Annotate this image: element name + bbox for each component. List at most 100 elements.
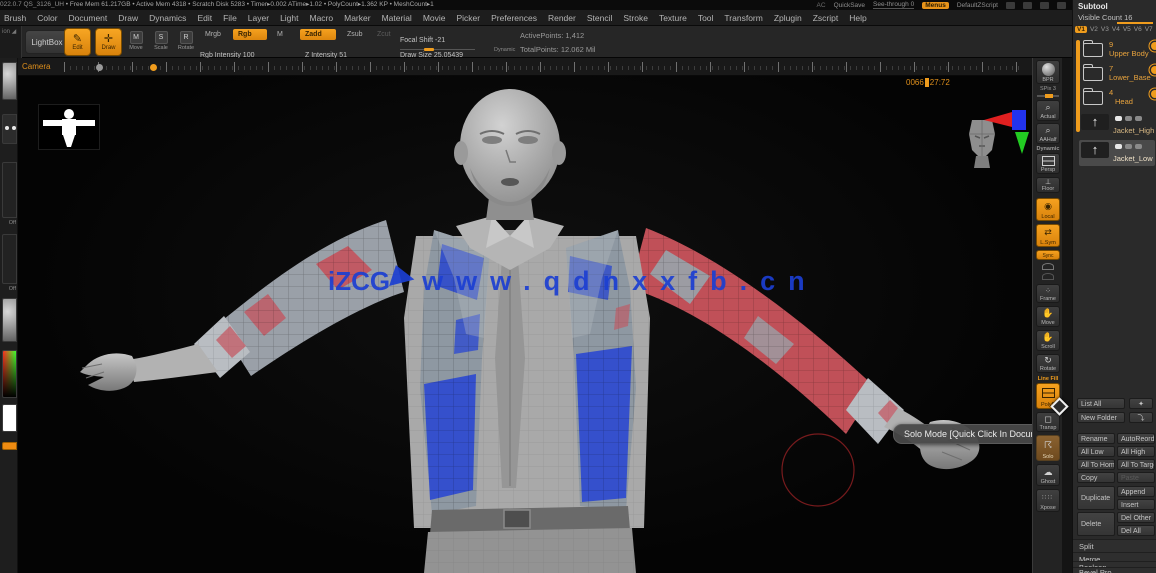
sculpt-toggle[interactable] [1135, 144, 1142, 149]
menu-movie[interactable]: Movie [423, 13, 446, 23]
subtool-folder-head[interactable]: 4 Head [1083, 88, 1156, 110]
draw-button[interactable]: ✛ Draw [95, 28, 122, 56]
rgb-button[interactable]: Rgb [233, 29, 267, 40]
split-button[interactable]: Split [1073, 539, 1156, 552]
dynamic-persp-toggle[interactable]: Dynamic [1033, 146, 1063, 152]
visibility-toggle[interactable] [1115, 116, 1122, 121]
ghost-glyph2-icon[interactable] [1042, 273, 1054, 280]
menus-button[interactable]: Menus [922, 1, 949, 9]
all-to-target-button[interactable]: All To Target [1117, 459, 1155, 470]
gear-icon[interactable] [1151, 66, 1156, 74]
scroll-canvas-button[interactable]: ✋ Scroll [1036, 330, 1060, 351]
see-through-slider[interactable]: See-through 0 [873, 1, 915, 9]
menu-picker[interactable]: Picker [457, 13, 481, 23]
scale-button[interactable]: S Scale [152, 31, 170, 55]
menu-light[interactable]: Light [280, 13, 298, 23]
spix-nub[interactable] [1045, 94, 1053, 98]
menu-stencil[interactable]: Stencil [587, 13, 613, 23]
ghost-glyph-icon[interactable] [1042, 263, 1054, 270]
zcut-button[interactable]: Zcut [372, 29, 396, 40]
tab-v5[interactable]: V5 [1123, 26, 1131, 33]
menu-dynamics[interactable]: Dynamics [149, 13, 186, 23]
spix-slider[interactable]: SPix 3 [1033, 86, 1063, 92]
menu-macro[interactable]: Macro [310, 13, 334, 23]
switch-color-swatch[interactable] [2, 404, 17, 432]
tab-v1[interactable]: V1 [1075, 26, 1087, 33]
copy-doc-icon[interactable] [1040, 1, 1049, 9]
menu-texture[interactable]: Texture [659, 13, 687, 23]
xpose-button[interactable]: ∷∷ Xpose [1036, 489, 1060, 512]
color-picker[interactable] [2, 350, 17, 398]
menu-render[interactable]: Render [548, 13, 576, 23]
tab-v3[interactable]: V3 [1101, 26, 1109, 33]
all-low-button[interactable]: All Low [1077, 446, 1115, 457]
stroke-picker-icon[interactable] [2, 114, 17, 144]
transparency-button[interactable]: ◻ Transp [1036, 412, 1060, 432]
menu-layer[interactable]: Layer [248, 13, 269, 23]
all-high-button[interactable]: All High [1117, 446, 1155, 457]
bpr-render-button[interactable]: BPR [1036, 60, 1060, 84]
subtool-item-jacket-low[interactable]: ↑ Jacket_Low [1079, 140, 1155, 166]
menu-help[interactable]: Help [849, 13, 866, 23]
sync-button[interactable]: Sync [1036, 250, 1060, 260]
sculpt-toggle[interactable] [1135, 116, 1142, 121]
bevel-pro-button[interactable]: Bevel Pro [1073, 567, 1156, 573]
tab-v4[interactable]: V4 [1112, 26, 1120, 33]
menu-zplugin[interactable]: Zplugin [774, 13, 802, 23]
delete-button[interactable]: Delete [1077, 512, 1115, 536]
aahalf-button[interactable]: ⌕ AAHalf [1036, 123, 1060, 144]
visible-count-slider[interactable]: Visible Count 16 [1078, 13, 1132, 22]
menu-color[interactable]: Color [37, 13, 57, 23]
actual-size-button[interactable]: ⌕ Actual [1036, 100, 1060, 121]
local-symmetry-button[interactable]: ⇄ L.Sym [1036, 224, 1060, 247]
subtool-title[interactable]: Subtool [1078, 2, 1108, 11]
secondary-color-swatch[interactable] [2, 442, 17, 450]
frame-button[interactable]: ⁘ Frame [1036, 284, 1060, 303]
menu-edit[interactable]: Edit [197, 13, 212, 23]
menu-draw[interactable]: Draw [118, 13, 138, 23]
rotate-button[interactable]: R Rotate [177, 31, 195, 55]
lightbox-button[interactable]: LightBox [25, 30, 69, 54]
append-button[interactable]: Append [1117, 486, 1155, 497]
document-canvas[interactable]: Camera 0066 27:72 iZCG www.qdnxxfb.cn So… [18, 58, 1032, 573]
subtool-folder-lower-base[interactable]: 7 Lower_Base [1083, 64, 1156, 86]
menu-document[interactable]: Document [69, 13, 108, 23]
all-to-home-button[interactable]: All To Home [1077, 459, 1115, 470]
folder-options-button[interactable]: ⤵ [1129, 412, 1153, 423]
menu-preferences[interactable]: Preferences [491, 13, 537, 23]
material-picker-icon[interactable] [2, 298, 17, 342]
solo-mode-button[interactable]: ☈ Solo [1036, 435, 1060, 461]
menu-transform[interactable]: Transform [724, 13, 762, 23]
menu-tool[interactable]: Tool [698, 13, 714, 23]
new-folder-button[interactable]: New Folder [1077, 412, 1125, 423]
subtool-folder-upper-body[interactable]: 9 Upper Body [1083, 40, 1156, 62]
zadd-button[interactable]: Zadd [300, 29, 336, 40]
gear-icon[interactable] [1151, 90, 1156, 98]
floor-grid-button[interactable]: ⊥ Floor [1036, 177, 1060, 193]
paint-toggle[interactable] [1125, 116, 1132, 121]
tool-thumbnail[interactable] [38, 104, 100, 150]
gear-icon[interactable] [1151, 42, 1156, 50]
move-canvas-button[interactable]: ✋ Move [1036, 306, 1060, 327]
list-all-button[interactable]: List All [1077, 398, 1125, 409]
subtool-item-jacket-high[interactable]: ↑ Jacket_High [1079, 112, 1155, 138]
visible-count-nub[interactable] [1117, 22, 1153, 24]
spix-track[interactable] [1037, 94, 1059, 98]
undo-icon[interactable] [1006, 1, 1015, 9]
paste-button[interactable]: Paste [1117, 472, 1155, 483]
merge-button[interactable]: Merge [1073, 552, 1156, 564]
paint-toggle[interactable] [1125, 144, 1132, 149]
dynamic-draw-size-toggle[interactable]: Dynamic [494, 47, 515, 53]
default-zscript-button[interactable]: DefaultZScript [957, 2, 998, 9]
menu-file[interactable]: File [223, 13, 237, 23]
mrgb-button[interactable]: Mrgb [200, 29, 226, 40]
visibility-toggle[interactable] [1115, 144, 1122, 149]
del-all-button[interactable]: Del All [1117, 525, 1155, 536]
zsub-button[interactable]: Zsub [342, 29, 368, 40]
local-transform-button[interactable]: ◉ Local [1036, 198, 1060, 221]
rotate-canvas-button[interactable]: ↻ Rotate [1036, 354, 1060, 373]
previous-tool-flyout[interactable]: ion ◢ [0, 26, 22, 58]
insert-button[interactable]: Insert [1117, 499, 1155, 510]
tab-v6[interactable]: V6 [1134, 26, 1142, 33]
del-other-button[interactable]: Del Other [1117, 512, 1155, 523]
